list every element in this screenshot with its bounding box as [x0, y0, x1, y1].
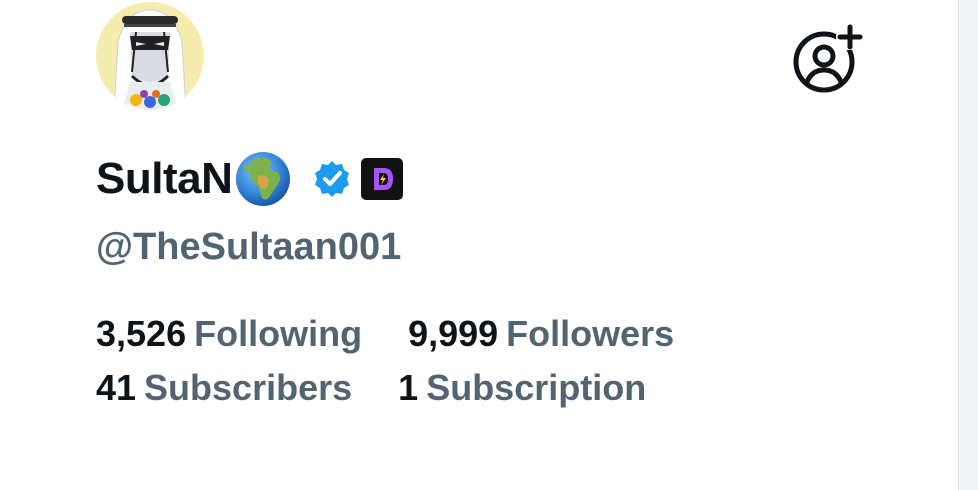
verified-badge-icon[interactable] [312, 159, 352, 199]
profile-page: SultaN @TheSultaan001 3,526 Following 9,… [0, 0, 978, 490]
sultan-avatar-icon [96, 2, 204, 110]
profile-name-row: SultaN [96, 148, 404, 210]
right-scroll-rail [958, 0, 978, 490]
following-label: Following [194, 313, 363, 354]
stats-row-following: 3,526 Following 9,999 Followers [96, 316, 674, 352]
followers-count: 9,999 [408, 313, 499, 354]
add-user-icon [793, 24, 864, 93]
globe-africa-europe-icon [236, 152, 291, 206]
follow-button[interactable] [790, 24, 864, 96]
subscribers-link[interactable]: 41 Subscribers [96, 370, 352, 406]
subscribers-count: 41 [96, 367, 137, 408]
app-d-badge-icon[interactable] [360, 157, 404, 201]
profile-handle: @TheSultaan001 [96, 226, 402, 268]
subscriptions-link[interactable]: 1 Subscription [398, 370, 646, 406]
subscriptions-label: Subscription [426, 367, 647, 408]
stats-row-subscriptions: 41 Subscribers 1 Subscription [96, 370, 646, 406]
followers-label: Followers [506, 313, 675, 354]
subscriptions-count: 1 [398, 367, 419, 408]
profile-avatar[interactable] [96, 2, 204, 110]
following-link[interactable]: 3,526 Following [96, 316, 362, 352]
display-name: SultaN [96, 154, 233, 203]
subscribers-label: Subscribers [144, 367, 353, 408]
followers-link[interactable]: 9,999 Followers [408, 316, 674, 352]
following-count: 3,526 [96, 313, 187, 354]
